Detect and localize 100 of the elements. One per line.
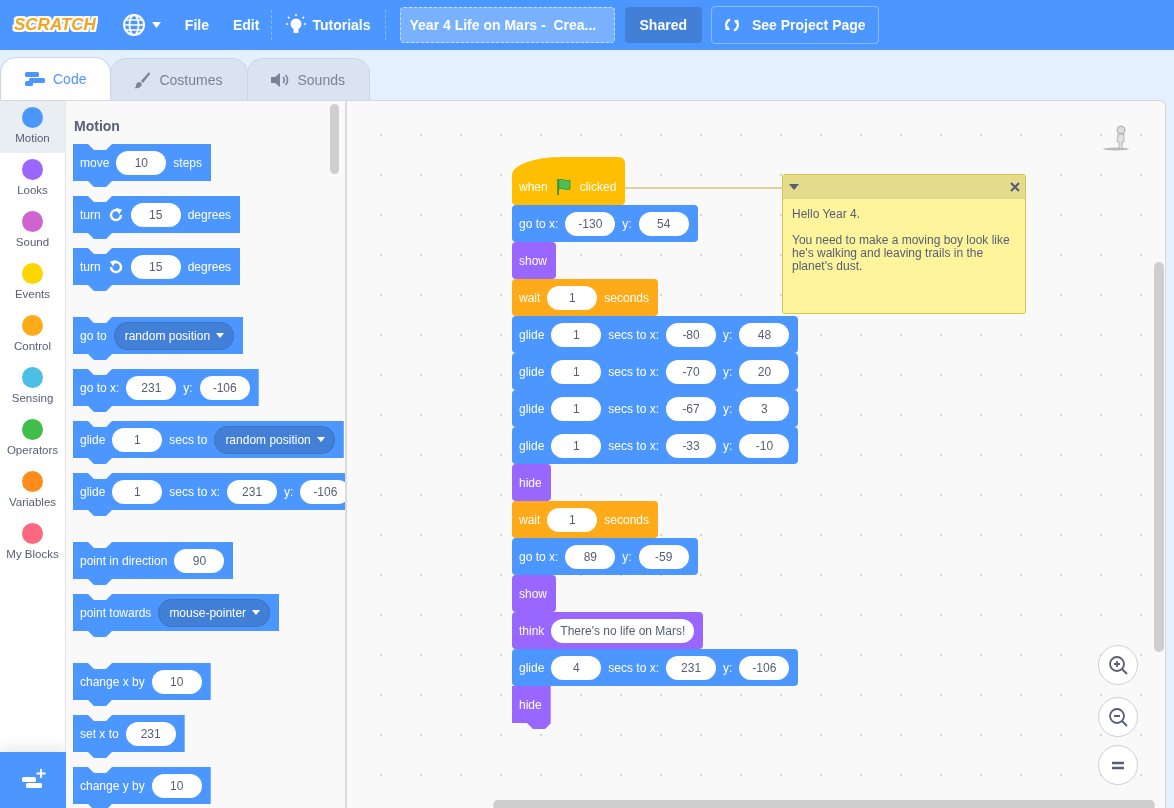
category-item[interactable]: Events (0, 257, 65, 309)
number-input[interactable]: 231 (227, 479, 278, 504)
number-input[interactable]: -10 (739, 433, 790, 458)
block-label: hide (519, 697, 542, 712)
number-input[interactable]: 54 (638, 211, 689, 236)
category-item[interactable]: Variables (0, 465, 65, 517)
category-item[interactable]: Motion (0, 101, 65, 153)
code-block[interactable]: go to x: -130 y: 54 (512, 205, 698, 242)
code-block[interactable]: go to x: 231 y: -106 (73, 369, 259, 412)
number-input[interactable]: 1 (112, 427, 163, 452)
number-input[interactable]: -67 (666, 396, 717, 421)
block-label: set x to (80, 726, 119, 741)
category-item[interactable]: Operators (0, 413, 65, 465)
block-label: go to (80, 328, 107, 343)
code-block[interactable]: turn 15 degrees (73, 248, 241, 291)
number-input[interactable]: -59 (638, 544, 689, 569)
block-label: glide (519, 364, 545, 379)
code-block[interactable]: point towards mouse-pointer (73, 594, 280, 637)
number-input[interactable]: -130 (565, 211, 616, 236)
number-input[interactable]: 15 (130, 202, 181, 227)
code-block[interactable]: glide 1 secs to random position (73, 421, 344, 464)
scrollbar-thumb[interactable] (493, 800, 1155, 808)
code-block[interactable]: show (512, 242, 556, 279)
number-input[interactable]: -106 (199, 375, 250, 400)
number-input[interactable]: 1 (551, 322, 602, 347)
zoom-in-icon (1108, 655, 1128, 675)
text-input[interactable]: There's no life on Mars! (551, 618, 695, 643)
block-label: show (519, 586, 547, 601)
scrollbar-thumb[interactable] (330, 104, 339, 174)
number-input[interactable]: -106 (300, 479, 345, 504)
code-block[interactable]: hide (512, 464, 551, 501)
code-block[interactable]: glide 1 secs to x: -67 y: 3 (512, 390, 799, 427)
block-label: seconds (604, 290, 650, 305)
category-item[interactable]: Sound (0, 205, 65, 257)
shared-button[interactable]: Shared (624, 7, 702, 43)
code-block[interactable]: change y by 10 (73, 767, 211, 808)
block-label: y: (723, 364, 733, 379)
number-input[interactable]: 15 (130, 254, 181, 279)
code-block[interactable]: set x to 231 (73, 715, 185, 758)
number-input[interactable]: -80 (666, 322, 717, 347)
number-input[interactable]: 1 (551, 359, 602, 384)
number-input[interactable]: 3 (739, 396, 790, 421)
code-block[interactable]: think There's no life on Mars! (512, 612, 704, 649)
category-item[interactable]: Sensing (0, 361, 65, 413)
category-item[interactable]: Control (0, 309, 65, 361)
category-label: Sound (15, 236, 50, 248)
code-block[interactable]: glide 1 secs to x: -33 y: -10 (512, 427, 799, 464)
number-input[interactable]: 90 (174, 548, 225, 573)
block-label: glide (80, 432, 106, 447)
code-block[interactable]: turn 15 degrees (73, 196, 241, 239)
number-input[interactable]: 48 (739, 322, 790, 347)
category-item[interactable]: Looks (0, 153, 65, 205)
block-label: go to x: (80, 380, 120, 395)
code-block[interactable]: point in direction 90 (73, 542, 234, 585)
number-input[interactable]: 1 (547, 285, 598, 310)
category-item[interactable]: My Blocks (0, 517, 65, 569)
code-block[interactable]: glide 1 secs to x: -80 y: 48 (512, 316, 799, 353)
scrollbar-thumb[interactable] (1154, 262, 1164, 652)
number-input[interactable]: -33 (666, 433, 717, 458)
code-block[interactable]: show (512, 575, 556, 612)
comment-note[interactable]: Hello Year 4. You need to make a moving boy look like he's walking and leaving trails in the planet's dust. (782, 174, 1026, 314)
number-input[interactable]: 1 (547, 507, 598, 532)
code-block[interactable]: wait 1 seconds (512, 501, 659, 538)
dropdown-menu[interactable]: mouse-pointer (158, 598, 271, 627)
number-input[interactable]: -70 (666, 359, 717, 384)
caret-icon (151, 22, 161, 28)
code-block[interactable]: go to x: 89 y: -59 (512, 538, 698, 575)
number-input[interactable]: 10 (116, 150, 167, 175)
number-input[interactable]: 1 (551, 396, 602, 421)
number-input[interactable]: 4 (551, 655, 602, 680)
dropdown-menu[interactable]: random position (113, 321, 235, 350)
number-input[interactable]: 231 (126, 375, 177, 400)
code-block[interactable]: wait 1 seconds (512, 279, 659, 316)
block-label: degrees (187, 207, 232, 222)
code-block[interactable]: glide 1 secs to x: 231 y: -106 (73, 473, 345, 516)
number-input[interactable]: 1 (551, 433, 602, 458)
collapse-arrow-icon[interactable] (789, 184, 799, 190)
number-input[interactable]: 10 (151, 669, 202, 694)
number-input[interactable]: 231 (666, 655, 717, 680)
code-block[interactable]: go to random position (73, 317, 244, 360)
number-input[interactable]: 231 (125, 721, 176, 746)
add-extension-button[interactable] (0, 752, 66, 808)
close-icon[interactable] (1010, 182, 1020, 192)
number-input[interactable]: 89 (565, 544, 616, 569)
dropdown-menu[interactable]: random position (214, 425, 335, 454)
number-input[interactable]: 10 (151, 773, 202, 798)
block-label: secs to x: (169, 484, 221, 499)
block-label: y: (622, 216, 632, 231)
reset-zoom-button[interactable] (1098, 745, 1138, 785)
block-label: y: (723, 401, 733, 416)
code-block[interactable]: hide (512, 686, 551, 729)
code-block[interactable]: move 10 steps (73, 144, 212, 187)
code-block[interactable]: change x by 10 (73, 663, 211, 706)
code-block[interactable]: glide 4 secs to x: 231 y: -106 (512, 649, 799, 686)
number-input[interactable]: -106 (739, 655, 790, 680)
code-block[interactable]: glide 1 secs to x: -70 y: 20 (512, 353, 799, 390)
zoom-out-button[interactable] (1098, 697, 1138, 737)
number-input[interactable]: 20 (739, 359, 790, 384)
number-input[interactable]: 1 (112, 479, 163, 504)
zoom-in-button[interactable] (1098, 645, 1138, 685)
